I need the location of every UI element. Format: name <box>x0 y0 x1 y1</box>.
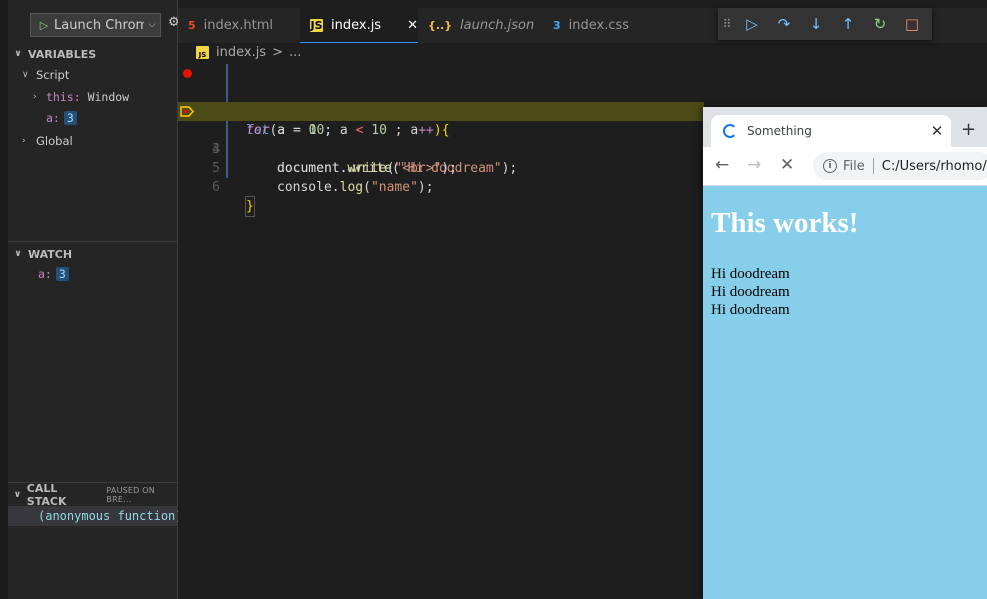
loading-spinner-icon <box>723 124 737 138</box>
code-line[interactable]: 4 document.write("<br>"); <box>178 121 704 176</box>
breadcrumb: JS index.js > ... <box>196 45 301 60</box>
close-icon[interactable]: ✕ <box>407 18 418 33</box>
address-bar[interactable]: i File C:/Users/rhomo/ <box>813 152 987 180</box>
tab-launch-json[interactable]: {..} launch.json <box>428 8 548 43</box>
watch-name: a: <box>38 267 52 281</box>
variable-name: a: <box>46 111 60 125</box>
scope-label: Global <box>36 134 73 148</box>
function-name: log <box>339 180 364 195</box>
frame-label: (anonymous function) <box>38 509 178 523</box>
watch-value: 3 <box>55 267 69 281</box>
chevron-right-icon: › <box>22 136 26 146</box>
chevron-right-icon: › <box>32 92 38 102</box>
page-content: This works! Hi doodream Hi doodream Hi d… <box>703 186 987 599</box>
js-icon: JS <box>310 18 323 32</box>
chevron-down-icon: ∨ <box>14 49 22 59</box>
step-into-icon[interactable]: ↓ <box>800 15 832 33</box>
code-line[interactable]: 2 for(a = 0 ; a < 10 ; a++){ <box>178 83 704 138</box>
step-out-icon[interactable]: ↑ <box>832 15 864 33</box>
divider <box>872 158 874 174</box>
debug-toolbar: ⠿ ▷ ↷ ↓ ↑ ↻ □ <box>718 8 932 40</box>
page-heading: This works! <box>711 207 859 239</box>
scope-script[interactable]: ∨ Script <box>22 68 69 82</box>
code-line[interactable]: 6 } <box>178 159 704 217</box>
paused-status: PAUSED ON BRE... <box>106 486 155 504</box>
launch-config-label: Launch Chrom <box>54 17 144 33</box>
scope-label: Script <box>36 68 70 82</box>
code-line[interactable]: 1 let a = 10; <box>178 64 704 138</box>
browser-window: Something ✕ + ← → ✕ i File C:/Users/rhom… <box>703 107 987 599</box>
browser-tab-strip: Something ✕ + <box>703 107 987 147</box>
output-line: Hi doodream <box>711 284 790 300</box>
call-stack-section-header[interactable]: ∨ CALL STACK PAUSED ON BRE... <box>8 482 178 508</box>
output-line: Hi doodream <box>711 302 790 318</box>
launch-config-select[interactable]: ▷ Launch Chrom ⌵ <box>30 13 161 37</box>
activity-bar-edge <box>0 0 8 599</box>
call-stack-title: CALL STACK <box>26 482 67 508</box>
variable-value: Window <box>87 90 130 104</box>
chevron-down-icon[interactable]: ⌵ <box>144 20 160 30</box>
browser-tab-title: Something <box>747 124 812 138</box>
variable-a[interactable]: a: 3 <box>46 111 77 125</box>
new-tab-icon[interactable]: + <box>961 119 976 140</box>
info-icon[interactable]: i <box>823 159 837 173</box>
watch-title: WATCH <box>28 247 73 261</box>
breakpoint-icon[interactable] <box>183 69 192 78</box>
watch-expression[interactable]: a: 3 <box>38 267 69 281</box>
chevron-down-icon: ∨ <box>14 249 22 259</box>
code-text: } <box>245 196 255 217</box>
current-execution-line[interactable]: 3 document.●write("Hi doodream"); <box>178 102 704 176</box>
step-over-icon[interactable]: ↷ <box>768 15 800 33</box>
tab-label: index.js <box>331 17 382 33</box>
tab-label: index.html <box>203 18 273 33</box>
browser-toolbar: ← → ✕ i File C:/Users/rhomo/ <box>703 147 987 186</box>
grip-icon[interactable]: ⠿ <box>718 17 736 31</box>
debug-sidebar: ▷ Launch Chrom ⌵ ⚙ ∨ VARIABLES ∨ Script … <box>0 0 180 599</box>
code-text: ( <box>363 180 371 195</box>
chevron-down-icon: ∨ <box>13 490 22 500</box>
output-line: Hi doodream <box>711 266 790 282</box>
string-literal: "name" <box>370 180 418 195</box>
stop-icon[interactable]: □ <box>896 15 928 33</box>
tab-label: launch.json <box>460 18 535 33</box>
forward-icon[interactable]: → <box>747 155 761 175</box>
execution-pointer-icon <box>180 106 194 117</box>
call-stack-frame[interactable]: (anonymous function) <box>8 506 178 526</box>
breadcrumb-separator: > <box>272 45 283 60</box>
url-text: C:/Users/rhomo/ <box>881 158 987 174</box>
code-line[interactable]: 5 console.log("name"); <box>178 140 704 195</box>
restart-icon[interactable]: ↻ <box>864 15 896 33</box>
json-icon: {..} <box>428 19 453 32</box>
watch-section-header[interactable]: ∨ WATCH <box>8 244 178 264</box>
breadcrumb-file[interactable]: index.js <box>216 45 266 60</box>
variable-this[interactable]: › this: Window <box>32 90 129 104</box>
section-divider <box>8 241 178 242</box>
close-icon[interactable]: ✕ <box>923 122 951 140</box>
tab-label: index.css <box>568 18 630 33</box>
continue-icon[interactable]: ▷ <box>736 15 768 33</box>
tab-index-js[interactable]: JS index.js ✕ <box>300 8 418 43</box>
start-debug-icon[interactable]: ▷ <box>34 19 54 32</box>
browser-tab[interactable]: Something ✕ <box>711 115 951 147</box>
breadcrumb-symbol[interactable]: ... <box>289 45 301 60</box>
tab-index-html[interactable]: 5 index.html <box>188 8 300 43</box>
stop-loading-icon[interactable]: ✕ <box>780 155 794 175</box>
js-icon: JS <box>196 46 209 59</box>
scope-global[interactable]: › Global <box>22 134 73 148</box>
chevron-down-icon: ∨ <box>22 70 29 80</box>
line-number: 6 <box>212 180 220 195</box>
code-text: ); <box>417 180 434 195</box>
tab-index-css[interactable]: 3 index.css <box>553 8 665 43</box>
variable-value: 3 <box>63 111 77 125</box>
html5-icon: 5 <box>188 19 196 32</box>
variables-section-header[interactable]: ∨ VARIABLES <box>8 44 178 64</box>
url-scheme: File <box>843 158 865 174</box>
css3-icon: 3 <box>553 19 561 32</box>
variables-title: VARIABLES <box>28 47 97 61</box>
variable-name: this: <box>46 90 81 104</box>
code-text: console. <box>277 180 340 195</box>
code-editor[interactable]: 1 let a = 10; 2 for(a = 0 ; a < 10 ; a++… <box>178 64 704 599</box>
back-icon[interactable]: ← <box>715 155 729 175</box>
